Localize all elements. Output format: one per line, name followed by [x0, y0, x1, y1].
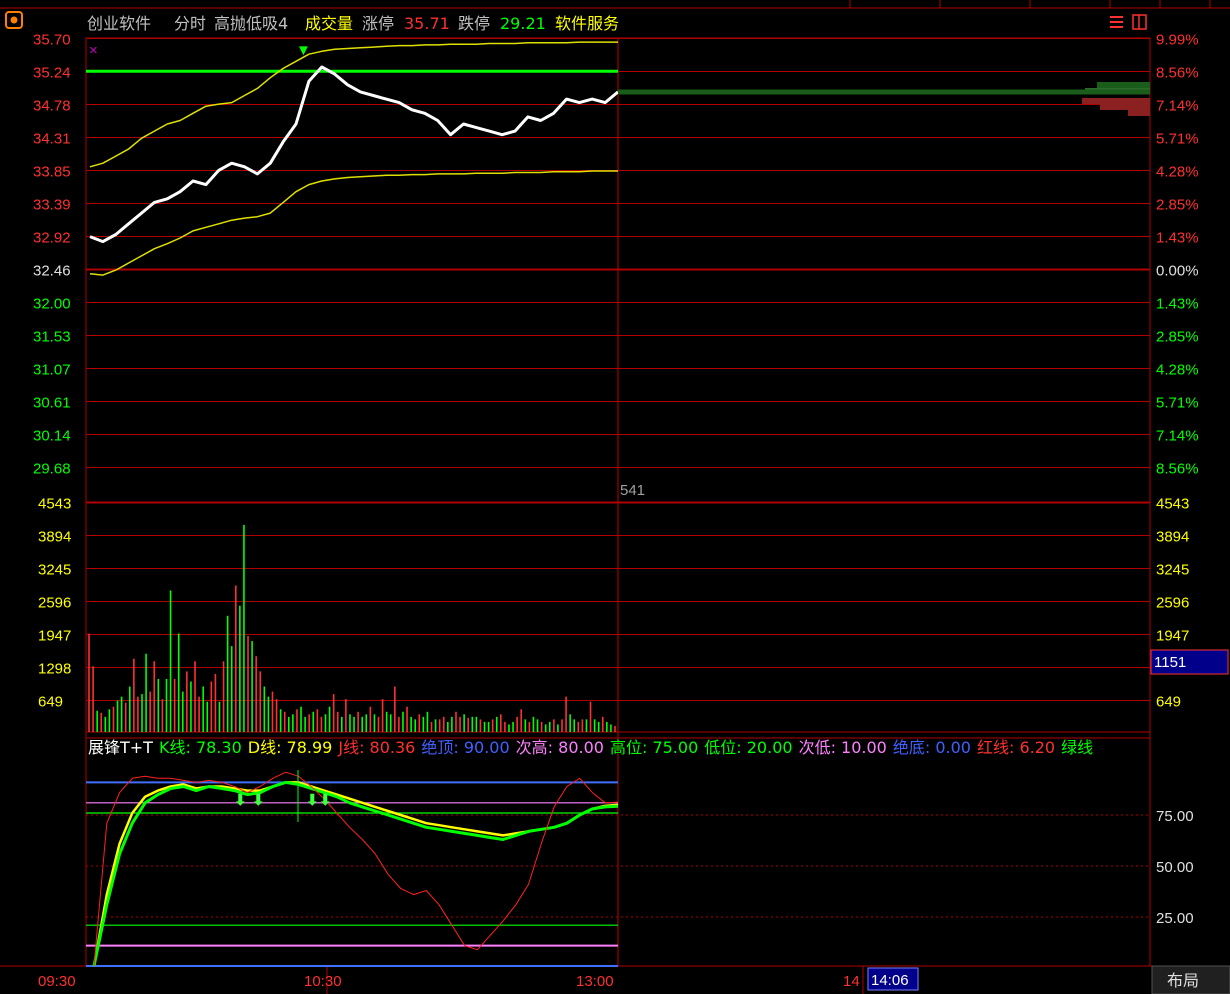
time-label-1030: 10:30 [304, 973, 342, 990]
sell-arrow-icon: ⬇ [319, 792, 332, 809]
window-icon[interactable] [1132, 14, 1147, 30]
volume-tick-label: 3245 [38, 562, 71, 579]
layout-button-label: 布局 [1167, 971, 1199, 990]
percent-tick-label: 1.43% [1156, 296, 1199, 313]
price-tick-label: 30.14 [33, 428, 71, 445]
price-tick-label: 34.31 [33, 131, 71, 148]
price-tick-label: 35.24 [33, 65, 71, 82]
kdj-legend-item: D线: 78.99 [248, 738, 333, 757]
volume-tick-label-right: 3245 [1156, 562, 1189, 579]
volume-tick-label-right: 3894 [1156, 529, 1189, 546]
k-line [92, 780, 619, 967]
price-tick-label: 29.68 [33, 461, 71, 478]
volume-tick-label-right: 4543 [1156, 496, 1189, 513]
volume-tick-label-right: 649 [1156, 694, 1181, 711]
percent-tick-label: 5.71% [1156, 131, 1199, 148]
limit-down-value: 29.21 [500, 14, 546, 33]
kdj-legend-item: 绝底: 0.00 [893, 738, 971, 757]
grid [0, 0, 1230, 994]
price-tick-label: 33.39 [33, 197, 71, 214]
kdj-legend-item: 绿线 [1061, 738, 1093, 757]
kdj-legend-item: J线: 80.36 [337, 738, 415, 757]
price-tick-label: 32.00 [33, 296, 71, 313]
price-tick-label: 35.70 [33, 32, 71, 49]
volume-tick-label: 1298 [38, 661, 71, 678]
volume-label: 成交量 [305, 14, 353, 33]
intraday-chart[interactable]: ▼× ⬇ ⬇ ⬇ ⬇ 35.70 9.99%35.24 8.56%34.78 7.14%34… [0, 0, 1230, 994]
percent-tick-label: 2.85% [1156, 197, 1199, 214]
percent-tick-label: 5.71% [1156, 395, 1199, 412]
list-icon[interactable] [1110, 16, 1123, 28]
volume-tick-label: 649 [38, 694, 63, 711]
order-book-bar [1082, 98, 1150, 104]
cross-marker-icon: × [89, 42, 98, 59]
volume-tick-label: 3894 [38, 529, 71, 546]
price-tick-label: 31.07 [33, 362, 71, 379]
price-tick-label: 33.85 [33, 164, 71, 181]
percent-tick-label: 8.56% [1156, 461, 1199, 478]
price-line [89, 65, 619, 244]
sell-arrow-icon: ⬇ [234, 792, 247, 809]
kdj-legend-item: 红线: 6.20 [977, 738, 1055, 757]
kdj-legend-item: 低位: 20.00 [704, 738, 792, 757]
time-label-1300: 13:00 [576, 973, 614, 990]
sell-arrow-icon: ⬇ [306, 792, 319, 809]
percent-tick-label: 0.00% [1156, 263, 1199, 280]
price-tick-label: 32.46 [33, 263, 71, 280]
time-label-open: 09:30 [38, 973, 76, 990]
kdj-legend: 展锋T+T K线: 78.30 D线: 78.99 J线: 80.36 绝顶: 90.0… [88, 738, 1093, 757]
kdj-tick-label: 50.00 [1156, 859, 1194, 876]
order-book-bar [1128, 110, 1150, 116]
volume-tick-label: 2596 [38, 595, 71, 612]
limit-down-label: 跌停 [458, 14, 490, 33]
mode-label[interactable]: 分时 [174, 14, 206, 33]
percent-tick-label: 7.14% [1156, 98, 1199, 115]
d-line [92, 781, 619, 967]
percent-tick-label: 4.28% [1156, 362, 1199, 379]
time-axis: 09:30 10:30 13:00 14 14:06 布局 [38, 965, 1230, 994]
order-book-bar [1100, 104, 1150, 110]
volume-tick-label-right: 1947 [1156, 628, 1189, 645]
percent-tick-label: 9.99% [1156, 32, 1199, 49]
volume-highlight-value: 1151 [1154, 654, 1186, 671]
kdj-legend-item: 绝顶: 90.00 [421, 738, 509, 757]
percent-tick-label: 7.14% [1156, 428, 1199, 445]
price-tick-label: 30.61 [33, 395, 71, 412]
order-book-bar [1097, 82, 1150, 88]
title-bar: 创业软件 分时 高抛低吸4 成交量 涨停 35.71 跌停 29.21 软件服务 [5, 11, 1147, 33]
stock-name: 创业软件 [87, 14, 151, 33]
percent-tick-label: 8.56% [1156, 65, 1199, 82]
cursor-time: 14:06 [871, 972, 909, 989]
kdj-tick-label: 75.00 [1156, 808, 1194, 825]
sector-label[interactable]: 软件服务 [555, 14, 619, 33]
kdj-legend-item: 展锋T+T [88, 738, 153, 757]
menu-icon-dot [10, 16, 18, 24]
current-volume-label: 541 [620, 482, 645, 499]
volume-tick-label-right: 2596 [1156, 595, 1189, 612]
volume-tick-label: 1947 [38, 628, 71, 645]
price-tick-label: 32.92 [33, 230, 71, 247]
percent-tick-label: 2.85% [1156, 329, 1199, 346]
lower-band-line [89, 170, 618, 276]
signal-marker-icon: ▼ [296, 42, 311, 59]
kdj-tick-label: 25.00 [1156, 910, 1194, 927]
percent-tick-label: 4.28% [1156, 164, 1199, 181]
sell-arrow-icon: ⬇ [252, 792, 265, 809]
time-label-14: 14 [843, 973, 860, 990]
price-tick-label: 31.53 [33, 329, 71, 346]
kdj-legend-item: K线: 78.30 [159, 738, 242, 757]
limit-up-label: 涨停 [362, 14, 394, 33]
price-tick-label: 34.78 [33, 98, 71, 115]
kdj-legend-item: 次高: 80.00 [516, 738, 604, 757]
indicator-label[interactable]: 高抛低吸4 [214, 14, 288, 33]
kdj-legend-item: 次低: 10.00 [799, 738, 887, 757]
kdj-legend-item: 高位: 75.00 [610, 738, 698, 757]
limit-up-value: 35.71 [404, 14, 450, 33]
percent-tick-label: 1.43% [1156, 230, 1199, 247]
kdj-panel: ⬇ ⬇ ⬇ ⬇ [86, 770, 619, 967]
volume-tick-label: 4543 [38, 496, 71, 513]
axis-labels: 35.70 9.99% 35.24 8.56% 34.78 7.14% 34.31 5.71%… [33, 32, 1229, 927]
